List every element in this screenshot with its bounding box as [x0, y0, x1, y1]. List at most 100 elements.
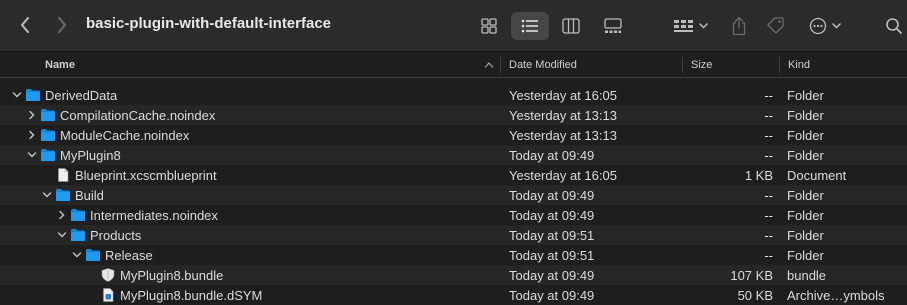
file-size: --	[764, 188, 773, 203]
file-kind: Archive…ymbols	[787, 288, 885, 303]
table-row[interactable]: Blueprint.xcscmblueprint Yesterday at 16:…	[0, 165, 907, 185]
table-row[interactable]: MyPlugin8.bundle.dSYM Today at 09:49 50 KB…	[0, 285, 907, 305]
disclosure-expanded-icon[interactable]	[72, 250, 82, 260]
file-size: --	[764, 108, 773, 123]
file-name: Products	[90, 228, 142, 243]
share-icon	[732, 16, 746, 36]
toolbar: basic-plugin-with-default-interface	[0, 0, 907, 52]
disclosure-collapsed-icon[interactable]	[27, 110, 37, 120]
tag-icon	[767, 17, 784, 34]
file-name: Intermediates.noindex	[90, 208, 218, 223]
window-title: basic-plugin-with-default-interface	[86, 15, 332, 32]
forward-button[interactable]	[51, 14, 73, 36]
file-name: MyPlugin8.bundle	[120, 268, 224, 283]
file-size: --	[764, 208, 773, 223]
group-by-button[interactable]	[670, 12, 712, 40]
disclosure-expanded-icon[interactable]	[42, 190, 52, 200]
document-icon	[58, 168, 69, 182]
folder-icon	[86, 249, 100, 261]
date-modified: Today at 09:51	[509, 248, 595, 263]
file-kind: Folder	[787, 108, 824, 123]
file-list: DerivedData Yesterday at 16:05 -- Folder Com…	[0, 85, 907, 305]
file-name: MyPlugin8	[60, 148, 121, 163]
file-name: CompilationCache.noindex	[60, 108, 216, 123]
date-modified: Today at 09:49	[509, 148, 595, 163]
dsym-file-icon	[103, 288, 114, 302]
back-button[interactable]	[14, 14, 36, 36]
ellipsis-circle-icon	[809, 17, 841, 35]
file-kind: Folder	[787, 188, 824, 203]
file-name: MyPlugin8.bundle.dSYM	[120, 288, 263, 303]
file-kind: Document	[787, 168, 847, 183]
chevron-right-icon	[58, 17, 66, 33]
column-header: Name Date Modified Size Kind	[0, 52, 907, 78]
tag-button[interactable]	[763, 12, 789, 40]
column-view-button[interactable]	[556, 12, 586, 40]
bundle-shield-icon	[101, 268, 115, 282]
disclosure-expanded-icon[interactable]	[27, 150, 37, 160]
chevron-left-icon	[21, 17, 29, 33]
file-size: --	[764, 148, 773, 163]
file-kind: Folder	[787, 228, 824, 243]
gallery-view-icon	[604, 18, 622, 33]
table-row[interactable]: Products Today at 09:51 -- Folder	[0, 225, 907, 245]
disclosure-expanded-icon[interactable]	[12, 90, 22, 100]
table-row[interactable]: MyPlugin8.bundle Today at 09:49 107 KB bund…	[0, 265, 907, 285]
kind-column-header[interactable]: Kind	[788, 59, 810, 71]
size-column-header[interactable]: Size	[691, 59, 712, 71]
file-kind: Folder	[787, 248, 824, 263]
sort-ascending-icon[interactable]	[484, 61, 494, 69]
column-divider[interactable]	[500, 57, 501, 73]
file-size: 1 KB	[744, 168, 773, 183]
table-row[interactable]: ModuleCache.noindex Yesterday at 13:13 -- F…	[0, 125, 907, 145]
file-size: --	[764, 248, 773, 263]
table-row[interactable]: DerivedData Yesterday at 16:05 -- Folder	[0, 85, 907, 105]
list-view-button[interactable]	[511, 12, 549, 40]
folder-icon	[41, 129, 55, 141]
disclosure-collapsed-icon[interactable]	[27, 130, 37, 140]
file-name: Blueprint.xcscmblueprint	[75, 168, 217, 183]
file-kind: Folder	[787, 148, 824, 163]
date-modified: Today at 09:49	[509, 288, 595, 303]
table-row[interactable]: Release Today at 09:51 -- Folder	[0, 245, 907, 265]
table-row[interactable]: Intermediates.noindex Today at 09:49 -- Fol…	[0, 205, 907, 225]
file-name: DerivedData	[45, 88, 118, 103]
file-name: Build	[75, 188, 104, 203]
file-size: --	[764, 228, 773, 243]
table-row[interactable]: Build Today at 09:49 -- Folder	[0, 185, 907, 205]
file-kind: Folder	[787, 128, 824, 143]
file-kind: bundle	[787, 268, 827, 283]
file-size: 107 KB	[730, 268, 773, 283]
date-modified: Today at 09:49	[509, 268, 595, 283]
search-icon	[885, 18, 902, 34]
disclosure-expanded-icon[interactable]	[57, 230, 67, 240]
file-size: --	[764, 128, 773, 143]
group-by-icon	[674, 20, 708, 32]
gallery-view-button[interactable]	[598, 12, 628, 40]
date-modified: Today at 09:49	[509, 208, 595, 223]
list-view-icon	[521, 19, 538, 33]
folder-icon	[71, 229, 85, 241]
table-row[interactable]: CompilationCache.noindex Yesterday at 13:…	[0, 105, 907, 125]
icon-view-button[interactable]	[474, 12, 504, 40]
name-column-header[interactable]: Name	[45, 59, 75, 71]
share-button[interactable]	[727, 12, 751, 40]
column-divider[interactable]	[779, 57, 780, 73]
date-column-header[interactable]: Date Modified	[509, 59, 577, 71]
folder-icon	[56, 189, 70, 201]
grid-view-icon	[481, 18, 497, 34]
folder-icon	[41, 149, 55, 161]
folder-icon	[71, 209, 85, 221]
column-divider[interactable]	[682, 57, 683, 73]
file-kind: Folder	[787, 88, 824, 103]
column-view-icon	[562, 18, 580, 34]
file-name: Release	[105, 248, 153, 263]
file-name: ModuleCache.noindex	[60, 128, 190, 143]
search-button[interactable]	[880, 12, 907, 40]
folder-icon	[41, 109, 55, 121]
table-row[interactable]: MyPlugin8 Today at 09:49 -- Folder	[0, 145, 907, 165]
more-actions-button[interactable]	[806, 12, 846, 40]
file-size: --	[764, 88, 773, 103]
disclosure-collapsed-icon[interactable]	[57, 210, 67, 220]
folder-icon	[26, 89, 40, 101]
